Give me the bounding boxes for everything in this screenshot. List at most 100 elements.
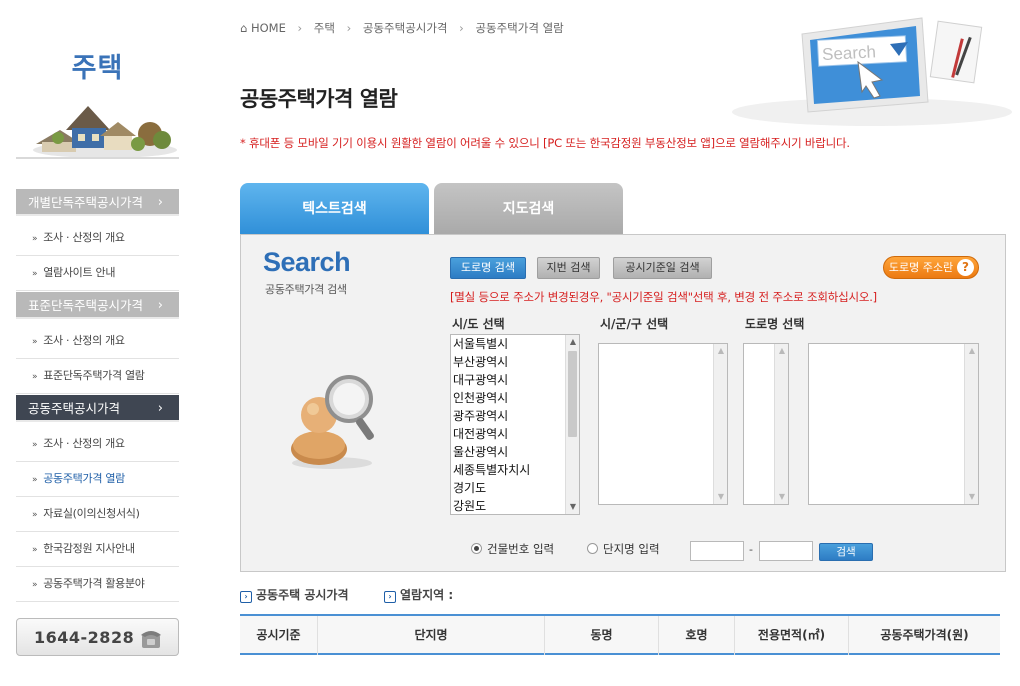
locator-label: 도로명 주소란 [888,261,954,274]
road-address-locator-button[interactable]: 도로명 주소란 ? [883,256,979,279]
menu-item-survey-overview[interactable]: » 조사 · 산정의 개요 [16,324,179,359]
sido-option[interactable]: 세종특별자치시 [453,461,579,479]
sidebar-divider [16,157,179,159]
scroll-down-icon[interactable]: ▼ [566,500,579,514]
scrollbar[interactable]: ▲ ▼ [774,344,788,504]
road-name-label: 도로명 선택 [745,317,805,331]
col-complex-name: 단지명 [318,616,545,655]
tab-map-search[interactable]: 지도검색 [434,183,623,235]
menu-item-label: 조사 · 산정의 개요 [43,437,125,450]
chevron-right-icon: › [157,298,163,313]
sido-option[interactable]: 부산광역시 [453,353,579,371]
radio-button[interactable] [587,543,598,554]
col-unit: 호명 [659,616,735,655]
tab-text-search[interactable]: 텍스트검색 [240,183,429,235]
phone-number: 1644-2828 [34,628,135,647]
menu-item-archive[interactable]: » 자료실(이의신청서식) [16,497,179,532]
base-date-search-button[interactable]: 공시기준일 검색 [613,257,712,279]
sido-option[interactable]: 대구광역시 [453,371,579,389]
sigungu-listbox[interactable]: ▲ ▼ [598,343,728,505]
search-logo-subtitle: 공동주택가격 검색 [265,283,347,296]
building-number-radio[interactable]: 건물번호 입력 [471,541,554,557]
breadcrumb-item[interactable]: 공동주택공시가격 [363,21,448,35]
menu-item-branch-guide[interactable]: » 한국감정원 지사안내 [16,532,179,567]
menu-apartment-price[interactable]: 공동주택공시가격 › [16,395,179,422]
number-dash: - [749,543,753,556]
menu-item-label: 조사 · 산정의 개요 [43,334,125,347]
scroll-down-icon[interactable]: ▼ [775,490,788,504]
houses-illustration [33,106,177,158]
breadcrumb: ⌂ HOME › 주택 › 공동주택공시가격 › 공동주택가격 열람 [240,20,564,36]
sidebar: 주택 개별단독주택공시가격 › » 조사 · 산정의 개요 » 열람사이트 안내 표… [16,0,179,686]
scrollbar[interactable]: ▲ ▼ [713,344,727,504]
scroll-up-icon[interactable]: ▲ [965,344,978,358]
col-price: 공동주택가격(원) [880,628,969,642]
building-main-number-input[interactable] [690,541,744,561]
telephone-icon [141,631,161,648]
search-screen-illustration: Search [732,17,1012,126]
lot-number-search-button[interactable]: 지번 검색 [537,257,600,279]
menu-item-label: 열람사이트 안내 [43,266,116,279]
menu-item-survey-overview[interactable]: » 조사 · 산정의 개요 [16,221,179,256]
scroll-down-icon[interactable]: ▼ [714,490,727,504]
bullet-icon: » [32,269,38,279]
menu-item-viewing-site-guide[interactable]: » 열람사이트 안내 [16,256,179,291]
sido-option[interactable]: 광주광역시 [453,407,579,425]
road-name-listbox[interactable]: ▲ ▼ [808,343,979,505]
scroll-up-icon[interactable]: ▲ [775,344,788,358]
scroll-up-icon[interactable]: ▲ [566,335,579,349]
sido-option[interactable]: 울산광역시 [453,443,579,461]
menu-standard-house-price[interactable]: 표준단독주택공시가격 › [16,292,179,319]
road-name-search-button[interactable]: 도로명 검색 [450,257,526,279]
building-sub-number-input[interactable] [759,541,813,561]
scroll-down-icon[interactable]: ▼ [965,490,978,504]
sido-listbox[interactable]: 서울특별시 부산광역시 대구광역시 인천광역시 광주광역시 대전광역시 울산광역… [450,334,580,515]
chevron-right-icon: › [157,195,163,210]
menu-item-label: 공동주택가격 열람 [43,472,125,485]
breadcrumb-separator: › [297,21,303,35]
sido-option[interactable]: 경기도 [453,479,579,497]
road-initial-listbox[interactable]: ▲ ▼ [743,343,789,505]
menu-individual-house-price[interactable]: 개별단독주택공시가격 › [16,189,179,216]
menu-item-label: 공동주택가격 활용분야 [43,577,145,590]
menu-item-apartment-price-viewing[interactable]: » 공동주택가격 열람 [16,462,179,497]
menu-item-usage-fields[interactable]: » 공동주택가격 활용분야 [16,567,179,602]
sidebar-title: 주택 [71,53,124,84]
scrollbar[interactable]: ▲ ▼ [565,335,579,514]
menu-item-label: 표준단독주택가격 열람 [43,369,145,382]
scrollbar[interactable]: ▲ ▼ [964,344,978,504]
col-area: 전용면적(㎡) [735,616,849,655]
bullet-icon: » [32,475,38,485]
mobile-notice: * 휴대폰 등 모바일 기기 이용시 원활한 열람이 어려울 수 있으니 [PC… [240,136,850,150]
breadcrumb-item[interactable]: 공동주택가격 열람 [475,21,563,35]
sido-label: 시/도 선택 [452,317,505,331]
breadcrumb-item[interactable]: 주택 [314,21,335,35]
home-icon: ⌂ [240,21,248,35]
menu-item-standard-price-viewing[interactable]: » 표준단독주택가격 열람 [16,359,179,394]
menu-item-survey-overview[interactable]: » 조사 · 산정의 개요 [16,427,179,462]
person-magnifier-illustration [291,375,374,469]
bullet-icon: » [32,372,38,382]
sido-option[interactable]: 강원도 [453,497,579,514]
col-base-date: 공시기준 [240,616,318,655]
breadcrumb-home[interactable]: HOME [251,21,286,35]
radio-label: 건물번호 입력 [487,542,555,556]
sido-option[interactable]: 인천광역시 [453,389,579,407]
scroll-thumb[interactable] [568,351,577,437]
col-building: 동명 [545,616,659,655]
scroll-up-icon[interactable]: ▲ [714,344,727,358]
breadcrumb-separator: › [459,21,464,35]
bullet-icon: » [32,510,38,520]
sido-option[interactable]: 서울특별시 [453,335,579,353]
sido-option[interactable]: 대전광역시 [453,425,579,443]
menu-label: 표준단독주택공시가격 [28,298,144,313]
page-title: 공동주택가격 열람 [240,87,398,111]
menu-item-label: 자료실(이의신청서식) [43,507,140,520]
radio-button[interactable] [471,543,482,554]
illustration-search-text: Search [822,42,877,64]
arrow-box-icon: › [240,591,252,603]
menu-item-label: 한국감정원 지사안내 [43,542,135,555]
heading-text: 공동주택 공시가격 [256,588,349,602]
complex-name-radio[interactable]: 단지명 입력 [587,541,660,557]
search-button[interactable]: 검색 [819,543,873,561]
